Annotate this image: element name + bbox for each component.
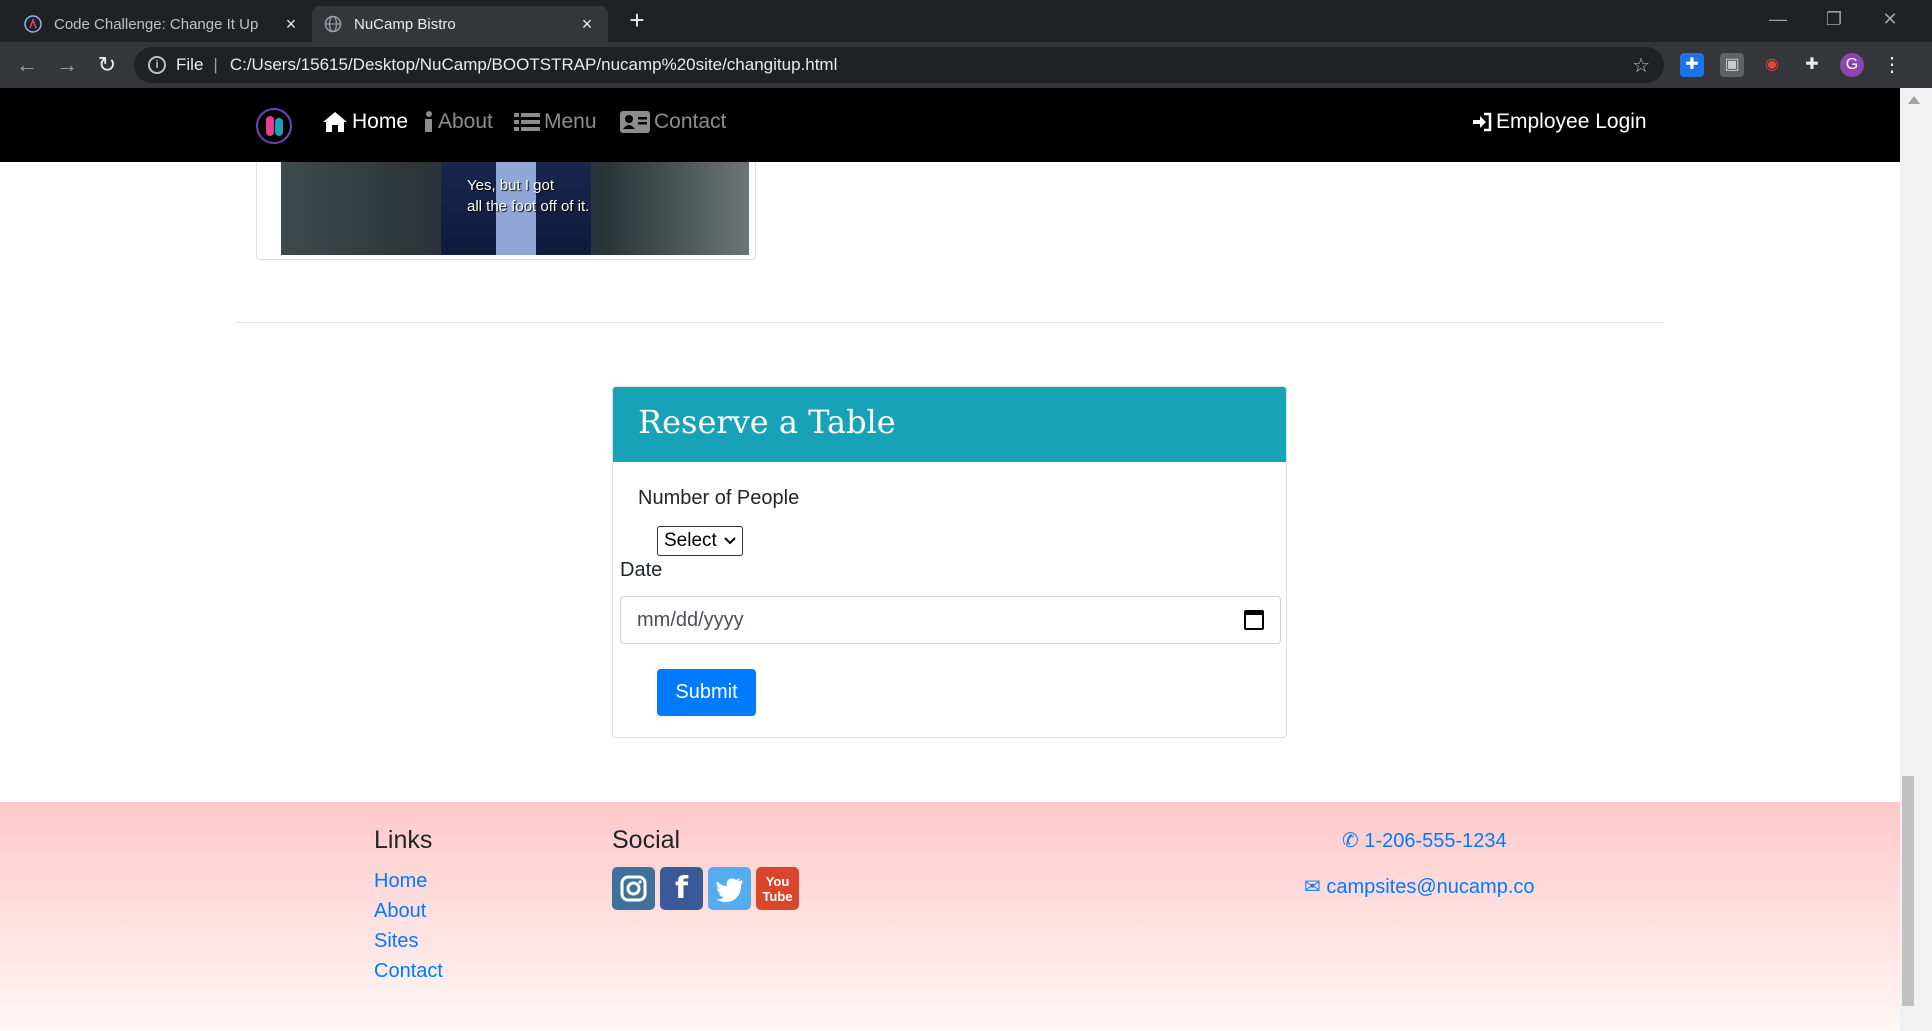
address-url[interactable]: C:/Users/15615/Desktop/NuCamp/BOOTSTRAP/… <box>230 55 1632 75</box>
site-favicon-icon <box>24 15 42 33</box>
browser-menu-icon[interactable]: ⋮ <box>1880 53 1904 77</box>
twitter-icon[interactable] <box>708 867 751 910</box>
extension-gray-icon[interactable]: ▣ <box>1720 53 1744 77</box>
people-select[interactable]: Select <box>657 526 743 556</box>
date-placeholder: mm/dd/yyyy <box>637 608 744 631</box>
restore-icon[interactable]: ❐ <box>1806 0 1862 38</box>
nav-menu[interactable]: Menu <box>514 110 597 134</box>
nav-home-label: Home <box>352 110 409 133</box>
bookmark-star-icon[interactable]: ☆ <box>1632 53 1650 78</box>
nav-home[interactable]: Home <box>322 110 408 134</box>
new-tab-button[interactable]: + <box>622 6 652 36</box>
date-label: Date <box>620 559 663 581</box>
close-tab-icon[interactable]: × <box>578 14 596 35</box>
employee-login-button[interactable]: Employee Login <box>1472 110 1647 134</box>
chevron-down-icon <box>724 537 736 545</box>
address-card-icon <box>620 111 650 133</box>
nav-about-label: About <box>438 110 493 133</box>
footer-link-home[interactable]: Home <box>374 870 427 893</box>
scroll-up-icon[interactable] <box>1908 96 1920 104</box>
page-viewport: Home About Menu Contact Employee Login Y… <box>0 88 1900 1031</box>
calendar-icon[interactable] <box>1244 610 1264 630</box>
nav-contact[interactable]: Contact <box>620 110 726 134</box>
site-navbar: Home About Menu Contact Employee Login <box>0 88 1900 162</box>
nav-about[interactable]: About <box>424 110 493 134</box>
footer-phone-link[interactable]: ✆ 1-206-555-1234 <box>1342 828 1507 853</box>
photo-caption-line1: Yes, but I got <box>467 177 555 194</box>
tab-nucamp-bistro[interactable]: NuCamp Bistro × <box>312 6 608 42</box>
globe-icon <box>324 15 342 33</box>
site-info-icon[interactable]: i <box>148 56 166 74</box>
phone-icon: ✆ <box>1342 830 1359 852</box>
nav-contact-label: Contact <box>654 110 727 133</box>
tab-code-challenge[interactable]: Code Challenge: Change It Up × <box>12 6 312 42</box>
footer-links-heading: Links <box>374 826 433 854</box>
section-divider <box>236 322 1664 323</box>
footer-email-link[interactable]: ✉ campsites@nucamp.co <box>1304 874 1535 899</box>
tab-title: Code Challenge: Change It Up <box>54 15 259 33</box>
footer-link-about[interactable]: About <box>374 900 426 923</box>
footer-link-contact[interactable]: Contact <box>374 960 443 983</box>
extensions-icon[interactable]: ✚ <box>1800 53 1824 77</box>
forward-icon[interactable]: → <box>52 50 82 80</box>
brand-logo[interactable] <box>256 108 292 144</box>
list-icon <box>514 113 540 131</box>
page-scrollbar[interactable] <box>1900 88 1932 1031</box>
photo-caption: Yes, but I got all the foot off of it. <box>467 175 589 217</box>
scrollbar-thumb[interactable] <box>1902 776 1914 1006</box>
browser-toolbar: ← → ↻ i File | C:/Users/15615/Desktop/Nu… <box>0 42 1932 88</box>
address-separator: | <box>213 55 218 74</box>
reload-icon[interactable]: ↻ <box>92 50 122 80</box>
tab-title: NuCamp Bistro <box>354 15 456 33</box>
envelope-icon: ✉ <box>1304 876 1321 898</box>
facebook-icon[interactable]: f <box>660 867 703 910</box>
sign-in-icon <box>1473 112 1492 132</box>
close-window-icon[interactable]: ✕ <box>1862 0 1918 38</box>
address-bar[interactable]: i File | C:/Users/15615/Desktop/NuCamp/B… <box>134 47 1664 83</box>
employee-login-label: Employee Login <box>1496 110 1647 133</box>
footer-link-sites[interactable]: Sites <box>374 930 418 953</box>
reserve-card-header: Reserve a Table <box>613 387 1286 462</box>
back-icon[interactable]: ← <box>12 50 42 80</box>
people-select-value: Select <box>664 530 717 551</box>
date-input[interactable]: mm/dd/yyyy <box>620 596 1281 644</box>
minimize-icon[interactable]: — <box>1750 0 1806 38</box>
address-scheme: File <box>176 55 204 74</box>
nav-menu-label: Menu <box>544 110 597 133</box>
extension-red-icon[interactable]: ◉ <box>1760 53 1784 77</box>
footer-email: campsites@nucamp.co <box>1326 876 1535 898</box>
instagram-icon[interactable] <box>612 867 655 910</box>
photo-caption-line2: all the foot off of it. <box>467 198 590 215</box>
site-footer: Links Home About Sites Contact Social f … <box>0 802 1900 1031</box>
extension-puzzle-blue-icon[interactable]: ✚ <box>1680 53 1704 77</box>
info-icon <box>425 111 432 132</box>
footer-social-heading: Social <box>612 826 681 854</box>
reserve-table-card: Reserve a Table Number of People Select … <box>612 386 1287 738</box>
footer-phone: 1-206-555-1234 <box>1364 830 1507 852</box>
home-icon <box>323 112 347 132</box>
close-tab-icon[interactable]: × <box>282 14 300 35</box>
people-label: Number of People <box>638 487 800 509</box>
tab-strip: Code Challenge: Change It Up × NuCamp Bi… <box>0 0 1932 42</box>
profile-avatar[interactable]: G <box>1840 53 1864 77</box>
youtube-icon[interactable]: You Tube <box>756 867 799 910</box>
submit-button[interactable]: Submit <box>657 669 756 716</box>
